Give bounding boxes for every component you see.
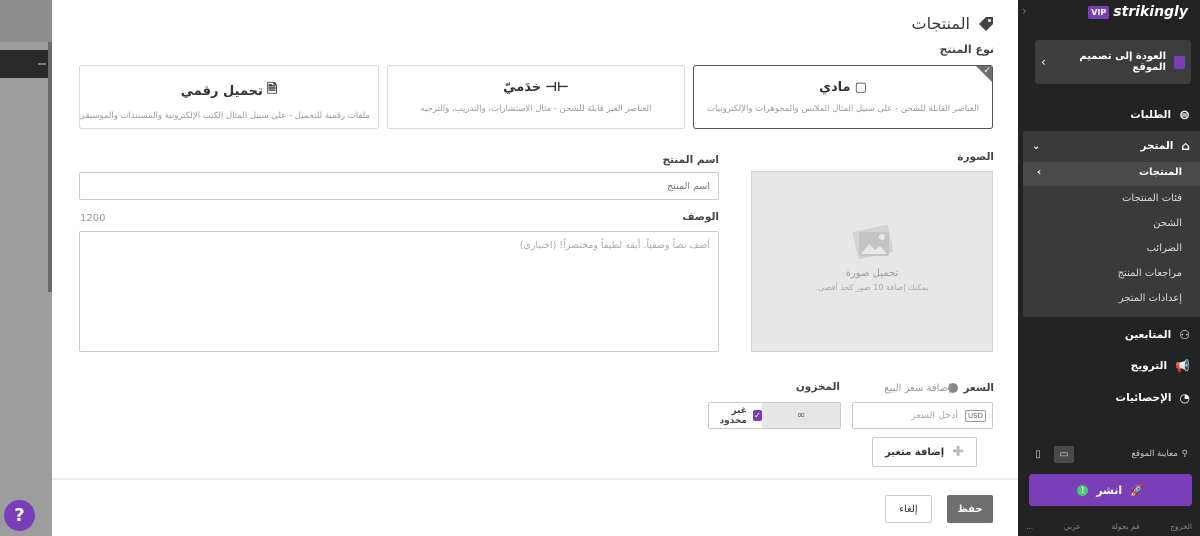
- description-textarea[interactable]: أضف نصاً وصفياً. أبقه لطيفاً ومختصراً! (…: [79, 231, 719, 352]
- image-upload[interactable]: تحميل صورة يمكنك إضافة 10 صور كحد أقصى.: [751, 171, 993, 352]
- chevron-left-icon: ›: [1041, 55, 1046, 69]
- cancel-button[interactable]: إلغاء: [885, 495, 932, 523]
- type-card-physical[interactable]: ✓ ▢ مادي العناصر القابلة للشحن - على سبيل…: [693, 65, 993, 129]
- sidebar-item-reviews[interactable]: مراجعات المنتج: [1023, 268, 1200, 279]
- vip-badge: VIP: [1088, 5, 1110, 19]
- stock-label: المخزون: [795, 381, 840, 393]
- sidebar-item-taxes[interactable]: الضرائب: [1023, 243, 1200, 254]
- sidebar-item-analytics[interactable]: ◔ الإحصائيات: [1018, 389, 1200, 407]
- currency-badge: USD: [965, 410, 986, 422]
- stock-field: ✓ غير محدود ∞: [708, 402, 841, 429]
- add-sale-price-link[interactable]: إضافة سعر البيع: [884, 383, 951, 394]
- image-icon: [852, 224, 894, 260]
- name-label: اسم المنتج: [662, 154, 719, 166]
- sidebar: ‹ VIP strikingly العودة إلى تصميم الموقع…: [1018, 0, 1200, 536]
- box-icon: ▢: [854, 80, 867, 95]
- sidebar-item-products[interactable]: المنتجات ›: [1023, 167, 1200, 178]
- type-card-digital[interactable]: 🗎 تحميل رقمي ملفات رقمية للتحميل - على سب…: [79, 65, 379, 129]
- language-link[interactable]: عربي: [1064, 522, 1081, 531]
- site-preview-link[interactable]: ⚲ معاينة الموقع: [1131, 449, 1188, 459]
- alert-icon: !: [1077, 484, 1089, 496]
- image-label: الصورة: [957, 151, 994, 163]
- sidebar-item-orders[interactable]: ⊜ الطلبات: [1018, 106, 1200, 124]
- logout-link[interactable]: الخروج: [1170, 522, 1192, 531]
- type-desc: العناصر القابلة للشحن - على سبيل المثال …: [707, 104, 979, 114]
- sidebar-item-label: المتابعين: [1124, 329, 1172, 341]
- file-icon: 🗎: [266, 82, 278, 97]
- sidebar-item-label: المتجر: [1140, 140, 1174, 152]
- price-label: السعر: [963, 382, 994, 394]
- tag-icon: [979, 16, 993, 31]
- editor-backdrop: [0, 0, 52, 536]
- dollar-icon: ⊜: [1179, 107, 1190, 123]
- add-variant-label: إضافة متغير: [885, 446, 945, 458]
- sidebar-item-label: الطلبات: [1130, 109, 1172, 121]
- sidebar-item-followers[interactable]: ⚇ المتابعين: [1018, 326, 1200, 344]
- back-to-design-button[interactable]: العودة إلى تصميم الموقع ›: [1035, 40, 1191, 84]
- logo: VIP strikingly: [1088, 4, 1188, 20]
- description-placeholder: أضف نصاً وصفياً. أبقه لطيفاً ومختصراً! (…: [519, 240, 710, 251]
- footer-links: الخروج قم بجولة عربي ...: [1026, 522, 1192, 531]
- backdrop-tab: [0, 50, 52, 78]
- check-icon: ✓: [983, 66, 991, 76]
- tour-link[interactable]: قم بجولة: [1111, 522, 1139, 531]
- desktop-icon[interactable]: ▭: [1054, 446, 1074, 463]
- plus-icon: ✚: [952, 444, 964, 460]
- type-desc: العناصر الغير قابلة للشحن - مثال الاستشا…: [420, 104, 652, 114]
- search-icon: ⚲: [1181, 449, 1188, 459]
- type-name: مادي: [819, 80, 851, 95]
- stock-value: ∞: [762, 403, 840, 428]
- price-input[interactable]: أدخل السعر USD: [852, 402, 993, 429]
- product-type-label: نوع المنتج: [939, 43, 994, 56]
- save-button[interactable]: حفظ: [947, 495, 993, 523]
- backdrop-topbar: [0, 0, 52, 42]
- publish-label: انشر: [1096, 483, 1123, 497]
- store-icon: ⌂: [1181, 139, 1190, 153]
- sidebar-item-label: الإحصائيات: [1115, 392, 1172, 404]
- back-to-design-label: العودة إلى تصميم الموقع: [1079, 50, 1166, 74]
- document-icon: [1174, 55, 1185, 69]
- type-desc: ملفات رقمية للتحميل - على سبيل المثال ال…: [79, 111, 370, 121]
- description-counter: 1200: [80, 213, 106, 224]
- sub-item-label: المنتجات: [1138, 167, 1182, 178]
- unlimited-label: غير محدود: [719, 405, 747, 426]
- price-placeholder: أدخل السعر: [911, 410, 958, 421]
- page-title: المنتجات: [911, 14, 971, 33]
- device-toggle: ▭ ▯: [1028, 446, 1074, 463]
- sidebar-item-label: الترويج: [1130, 360, 1168, 372]
- publish-button[interactable]: 🚀 انشر !: [1029, 474, 1192, 506]
- description-label: الوصف: [682, 211, 719, 223]
- megaphone-icon: 📢: [1175, 359, 1190, 373]
- help-button[interactable]: ?: [4, 500, 35, 531]
- upload-note: يمكنك إضافة 10 صور كحد أقصى.: [815, 283, 929, 292]
- site-preview-label: معاينة الموقع: [1131, 449, 1178, 459]
- checkbox-checked-icon[interactable]: ✓: [752, 410, 762, 421]
- more-link[interactable]: ...: [1026, 522, 1033, 531]
- add-variant-button[interactable]: ✚ إضافة متغير: [872, 437, 977, 467]
- mobile-icon[interactable]: ▯: [1028, 446, 1048, 463]
- pie-chart-icon: ◔: [1179, 391, 1190, 405]
- rocket-icon: 🚀: [1130, 483, 1144, 497]
- chevron-down-icon: ⌄: [1032, 140, 1041, 152]
- type-card-service[interactable]: ⊣⊢ خدَميّ العناصر الغير قابلة للشحن - مثا…: [387, 65, 685, 129]
- collapse-icon[interactable]: ‹: [1022, 4, 1027, 18]
- footer-divider: [52, 478, 1018, 480]
- type-name: خدَميّ: [503, 80, 542, 95]
- dumbbell-icon: ⊣⊢: [545, 80, 569, 95]
- users-icon: ⚇: [1179, 328, 1190, 342]
- product-modal: المنتجات نوع المنتج ✓ ▢ مادي العناصر القا…: [52, 0, 1018, 536]
- price-label-row: السعر: [948, 382, 994, 394]
- unlimited-toggle[interactable]: ✓ غير محدود: [709, 403, 762, 428]
- product-name-input[interactable]: [79, 172, 719, 200]
- sidebar-item-promotion[interactable]: 📢 الترويج: [1018, 357, 1200, 375]
- sidebar-item-store-settings[interactable]: إعدادات المتجر: [1023, 293, 1200, 304]
- sidebar-item-categories[interactable]: فئات المنتجات: [1023, 193, 1200, 204]
- type-name: تحميل رقمي: [180, 83, 263, 99]
- sidebar-item-store[interactable]: ⌂ المتجر ⌄: [1018, 137, 1200, 155]
- modal-title: المنتجات: [912, 14, 995, 33]
- sidebar-item-shipping[interactable]: الشحن: [1023, 218, 1200, 229]
- upload-label: تحميل صورة: [845, 268, 899, 279]
- chevron-right-icon: ›: [1037, 167, 1042, 178]
- brand-name: strikingly: [1113, 4, 1188, 20]
